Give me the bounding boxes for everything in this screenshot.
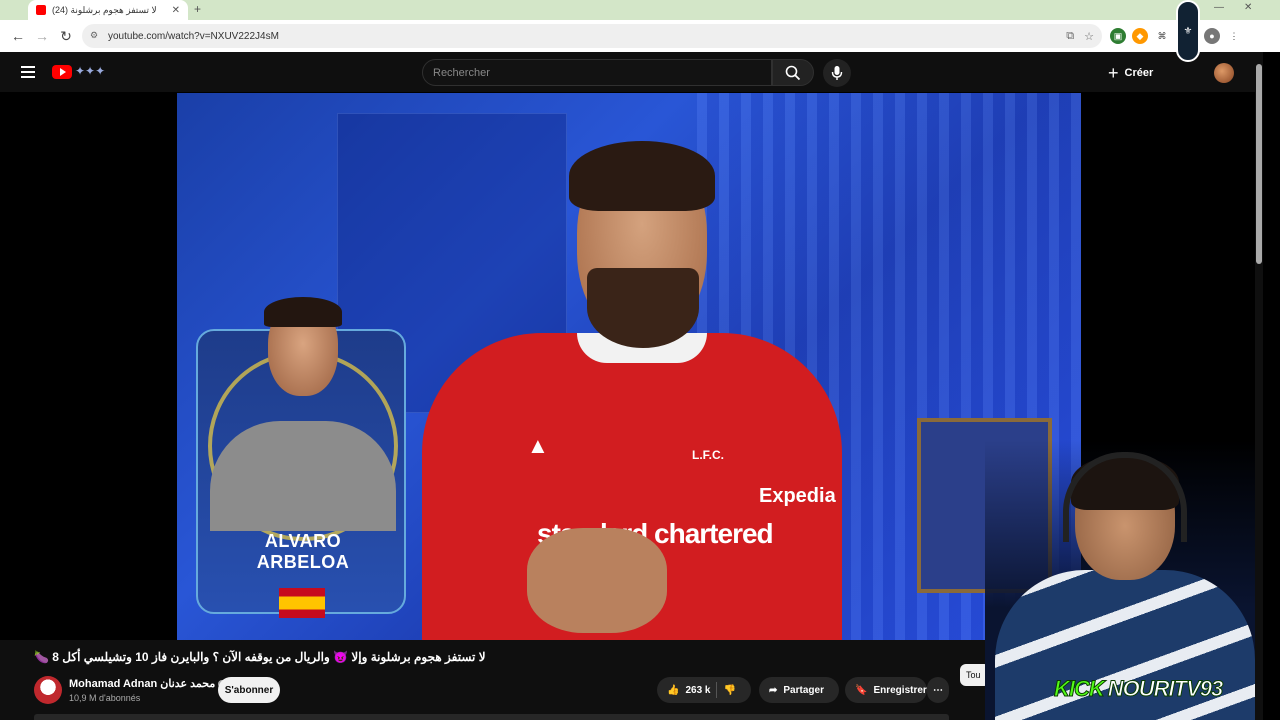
- card-player-hair: [264, 297, 342, 327]
- host-hands: [527, 528, 667, 633]
- video-player[interactable]: ▲ L.F.C. Expedia standard chartered ALVA…: [177, 93, 1081, 640]
- channel-name[interactable]: Mohamad Adnan محمد عدنان: [69, 677, 227, 690]
- extension-icon[interactable]: ▣: [1110, 28, 1126, 44]
- url-text: youtube.com/watch?v=NXUV222J4sM: [108, 30, 279, 42]
- microphone-icon: [831, 66, 843, 80]
- more-actions-button[interactable]: ⋯: [927, 677, 949, 703]
- player-card: ALVARO ARBELOA: [196, 297, 406, 618]
- avatar[interactable]: [1214, 63, 1234, 83]
- more-icon: ⋯: [933, 684, 943, 696]
- adidas-logo-icon: ▲: [527, 433, 549, 458]
- stream-branding: KICK NOURITV93: [1054, 676, 1224, 702]
- channel-avatar[interactable]: [34, 676, 62, 704]
- scrollbar-thumb[interactable]: [1256, 64, 1262, 264]
- bookmark-icon: 🔖: [855, 684, 868, 696]
- create-label: Créer: [1124, 67, 1154, 79]
- menu-dots-icon[interactable]: ⋮: [1226, 28, 1242, 44]
- create-button[interactable]: + Créer: [1108, 62, 1153, 84]
- bookmark-star-icon[interactable]: ☆: [1084, 30, 1094, 43]
- browser-tab-strip: لا تستفز هجوم برشلونة (24) ✕ + — ✕: [0, 0, 1280, 20]
- logo-decoration-icon: ✦✦✦: [75, 64, 106, 78]
- video-title: لا تستفز هجوم برشلونة وإلا 😈 والريال من …: [34, 650, 486, 664]
- description-box[interactable]: [34, 714, 949, 720]
- close-icon[interactable]: ✕: [172, 5, 180, 16]
- share-button[interactable]: ➦ Partager: [759, 677, 839, 703]
- close-window-icon[interactable]: ✕: [1244, 2, 1252, 13]
- thumbs-up-icon: 👍: [667, 684, 680, 696]
- like-dislike-group: 👍 263 k 👎: [657, 677, 751, 703]
- thumbs-down-icon[interactable]: 👎: [723, 685, 735, 696]
- save-label: Enregistrer: [873, 684, 927, 696]
- youtube-favicon-icon: [36, 5, 46, 15]
- subscriber-count: 10,9 M d'abonnés: [69, 693, 141, 703]
- spain-flag-icon: [279, 588, 325, 618]
- reload-icon[interactable]: ↻: [54, 24, 78, 48]
- save-button[interactable]: 🔖 Enregistrer: [845, 677, 927, 703]
- search-icon: [785, 65, 801, 80]
- host-hair: [569, 141, 715, 211]
- share-icon: ➦: [769, 684, 778, 696]
- card-player-name: ALVARO ARBELOA: [256, 531, 350, 572]
- search-placeholder: Rechercher: [433, 66, 490, 79]
- team-crest-icon: ⚜: [1176, 0, 1200, 62]
- install-app-icon[interactable]: ⧉: [1066, 30, 1074, 43]
- card-player-shirt: [210, 421, 396, 531]
- streamer-name: NOURITV93: [1107, 676, 1223, 702]
- share-label: Partager: [783, 684, 824, 696]
- shirt-crest: L.F.C.: [692, 448, 724, 462]
- extension-icon[interactable]: ◆: [1132, 28, 1148, 44]
- minimize-icon[interactable]: —: [1214, 2, 1224, 13]
- tab-title: لا تستفز هجوم برشلونة (24): [52, 4, 157, 15]
- youtube-logo-icon[interactable]: [52, 65, 72, 79]
- like-button[interactable]: 👍 263 k: [667, 685, 710, 696]
- divider: [716, 682, 718, 698]
- shirt-sleeve-sponsor: Expedia: [759, 485, 836, 507]
- new-tab-icon[interactable]: +: [194, 2, 201, 16]
- host-beard: [587, 268, 699, 348]
- forward-icon[interactable]: →: [30, 24, 54, 48]
- plus-icon: +: [1108, 62, 1119, 83]
- search-button[interactable]: [772, 59, 814, 86]
- voice-search-button[interactable]: [823, 59, 851, 87]
- browser-tab[interactable]: لا تستفز هجوم برشلونة (24) ✕: [28, 0, 188, 20]
- youtube-header: ✦✦✦ Rechercher + Créer: [0, 52, 1255, 92]
- address-bar[interactable]: ⚙ youtube.com/watch?v=NXUV222J4sM ⧉ ☆: [82, 24, 1102, 48]
- browser-toolbar: ← → ↻ ⚙ youtube.com/watch?v=NXUV222J4sM …: [0, 20, 1280, 52]
- profile-icon[interactable]: ●: [1204, 28, 1220, 44]
- back-icon[interactable]: ←: [6, 24, 30, 48]
- puzzle-icon[interactable]: ⌘: [1154, 28, 1170, 44]
- search-input[interactable]: Rechercher: [422, 59, 772, 86]
- menu-icon[interactable]: [18, 62, 38, 82]
- site-info-icon[interactable]: ⚙: [90, 30, 102, 42]
- subscribe-button[interactable]: S'abonner: [218, 677, 280, 703]
- kick-logo: KICK: [1054, 676, 1106, 702]
- like-count: 263 k: [685, 684, 711, 696]
